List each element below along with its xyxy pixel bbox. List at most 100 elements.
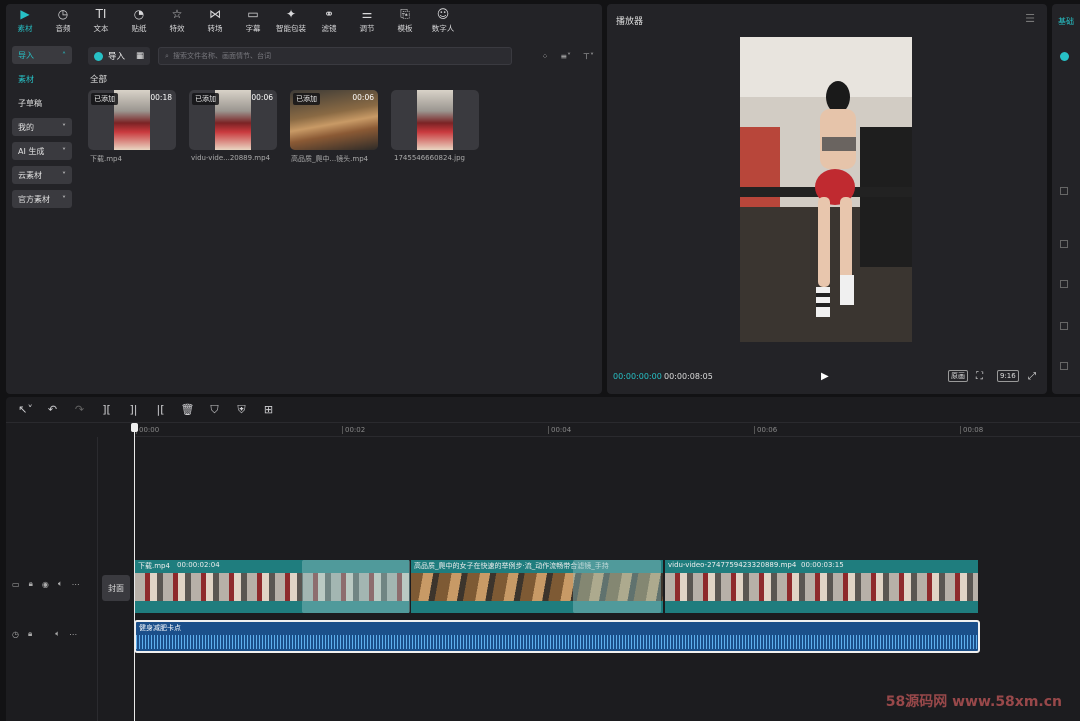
thumbnail [114, 90, 150, 150]
audio-waveform [136, 635, 978, 649]
eye-icon[interactable]: ◉ [42, 580, 49, 589]
chevron-down-icon: ˅ [62, 146, 66, 156]
all-heading: 全部 [90, 75, 108, 85]
plus-icon [94, 51, 103, 61]
tab-avatar[interactable]: ☺ 数字人 [424, 4, 462, 36]
sidebar-material[interactable]: 素材 [12, 70, 72, 88]
sidebar-official[interactable]: 官方素材 ˅ [12, 190, 72, 208]
more-icon[interactable]: ⋯ [69, 630, 77, 639]
smart-pack-icon: ✦ [285, 6, 297, 21]
undo-icon[interactable]: ↶ [39, 403, 66, 416]
library-tools: ⁘ ≡˅ ⊤˅ [542, 52, 594, 61]
tab-filter[interactable]: ⚭ 滤镜 [310, 4, 348, 36]
props-tab-basic[interactable]: 基础 [1058, 16, 1074, 27]
checkbox[interactable] [1060, 322, 1068, 330]
video-clip[interactable]: vidu-video-2747759423320889.mp4 00:00:03… [665, 560, 978, 613]
chevron-up-icon: ˄ [62, 50, 66, 60]
time-ruler[interactable]: 00:00 00:02 00:04 00:06 00:08 [134, 423, 1080, 437]
delete-icon[interactable]: 🗑 [174, 403, 201, 416]
quality-button[interactable]: 原画 [948, 370, 968, 382]
chevron-down-icon: ˅ [62, 122, 66, 132]
lock-icon[interactable]: 🔒︎ [28, 629, 32, 639]
tab-media[interactable]: ▶ 素材 [6, 4, 44, 36]
player-controls: 00:00:00:00 00:00:08:05 ▶ 原画 ⛶ 9:16 ⤢ [607, 368, 1047, 384]
search-icon: ⌕ [165, 51, 169, 60]
play-icon[interactable]: ▶ [821, 371, 829, 382]
fit-icon[interactable]: ⛶ [976, 371, 983, 382]
volume-icon[interactable]: 🔈︎ [58, 579, 63, 589]
media-card[interactable]: 已添加 00:06 [290, 90, 378, 150]
tab-sticker[interactable]: ◔ 贴纸 [120, 4, 158, 36]
media-library-panel: ▶ 素材 ◷ 音频 TI 文本 ◔ 贴纸 ☆ 特效 ⋈ 转场 ▭ 字幕 ✦ 智能包装 ⚭ 滤镜 ⚌… [6, 4, 602, 394]
library-topbar: 导入 ▦ ⌕ 搜索文件名称、画面情节、台词 ⁘ ≡˅ ⊤˅ [88, 46, 594, 66]
adjust-icon: ⚌ [361, 6, 373, 21]
tab-adjust[interactable]: ⚌ 调节 [348, 4, 386, 36]
watermark: 58源码网 www.58xm.cn [885, 694, 1062, 710]
menu-icon[interactable]: ☰ [1025, 12, 1035, 25]
shield-icon[interactable]: ⛨ [228, 403, 255, 417]
ruler-tick: 00:04 [547, 426, 572, 434]
transition-marker[interactable] [302, 560, 410, 613]
tab-audio[interactable]: ◷ 音频 [44, 4, 82, 36]
filter-icon[interactable]: ⊤˅ [583, 52, 594, 61]
ruler-tick: 00:00 [135, 426, 160, 434]
ruler-tick: 00:06 [753, 426, 778, 434]
fullscreen-icon[interactable]: ⤢ [1028, 371, 1036, 382]
sidebar-ai[interactable]: AI 生成 ˅ [12, 142, 72, 160]
media-card[interactable]: 已添加 00:06 [189, 90, 277, 150]
media-card-name: 下载.mp4 [90, 155, 122, 163]
split-icon[interactable]: ][ [93, 403, 120, 416]
transition-marker[interactable] [573, 560, 661, 613]
media-card-name: 高品质_爬中...镜头.mp4 [291, 155, 369, 163]
playhead[interactable] [131, 423, 138, 721]
thumbnail [215, 90, 251, 150]
sidebar-import[interactable]: 导入 ˄ [12, 46, 72, 64]
select-tool-icon[interactable]: ↖˅ [12, 403, 39, 416]
checkbox[interactable] [1060, 362, 1068, 370]
more-icon[interactable]: ⋯ [72, 580, 80, 589]
tab-subtitle[interactable]: ▭ 字幕 [234, 4, 272, 36]
freeze-icon[interactable]: ⛉ [201, 403, 228, 417]
video-preview[interactable] [740, 37, 912, 342]
lock-icon[interactable]: 🔒︎ [29, 579, 33, 589]
media-card[interactable] [391, 90, 479, 150]
checkbox[interactable] [1060, 240, 1068, 248]
checkbox[interactable] [1060, 280, 1068, 288]
media-icon: ▶ [20, 6, 30, 21]
sidebar-subtitle-draft[interactable]: 子草稿 [12, 94, 72, 112]
tab-text[interactable]: TI 文本 [82, 4, 120, 36]
timeline-toolbar: ↖˅ ↶ ↷ ][ ]| |[ 🗑 ⛉ ⛨ ⊞ [6, 397, 1080, 423]
library-sidebar: 导入 ˄ 素材 子草稿 我的 ˅ AI 生成 ˅ 云素材 ˅ 官方素材 ˅ [12, 46, 72, 214]
tab-smart-pack[interactable]: ✦ 智能包装 [272, 4, 310, 36]
timeline-panel: ↖˅ ↶ ↷ ][ ]| |[ 🗑 ⛉ ⛨ ⊞ 00:00 00:02 00:0… [6, 397, 1080, 721]
effects-icon: ☆ [171, 6, 183, 21]
trim-right-icon[interactable]: |[ [147, 403, 174, 416]
player-panel: 播放器 ☰ 00:00:00:00 00:00:08:05 ▶ 原画 ⛶ 9:1… [607, 4, 1047, 394]
redo-icon[interactable]: ↷ [66, 403, 93, 416]
trim-left-icon[interactable]: ]| [120, 403, 147, 416]
thumbnail [417, 90, 453, 150]
audio-clip[interactable]: 健身减肥卡点 [134, 620, 980, 653]
cover-button[interactable]: 封面 [102, 575, 130, 601]
video-track-header: ▭ 🔒︎ ◉ 🔈︎ ⋯ [6, 579, 98, 589]
sidebar-mine[interactable]: 我的 ˅ [12, 118, 72, 136]
checkbox[interactable] [1060, 187, 1068, 195]
import-button[interactable]: 导入 ▦ [88, 47, 151, 65]
volume-icon[interactable]: 🔈︎ [55, 629, 60, 639]
subtitle-icon: ▭ [247, 6, 259, 21]
search-input[interactable]: ⌕ 搜索文件名称、画面情节、台词 [158, 47, 513, 65]
media-card[interactable]: 已添加 00:18 [88, 90, 176, 150]
ratio-button[interactable]: 9:16 [997, 370, 1019, 382]
audio-track-header: ◷ 🔒︎ 🔈︎ ⋯ [6, 629, 98, 639]
video-track-icon: ▭ [12, 579, 20, 589]
checkbox-icon[interactable] [1060, 52, 1069, 61]
ai-edit-icon[interactable]: ⊞ [255, 403, 282, 416]
clip-frames [665, 573, 978, 601]
sort-icon[interactable]: ≡˅ [560, 52, 571, 61]
view-toggle-icon[interactable]: ⁘ [542, 52, 549, 61]
tab-effects[interactable]: ☆ 特效 [158, 4, 196, 36]
sidebar-cloud[interactable]: 云素材 ˅ [12, 166, 72, 184]
tab-transition[interactable]: ⋈ 转场 [196, 4, 234, 36]
properties-panel: 基础 [1052, 4, 1080, 394]
tab-template[interactable]: ⎘ 模板 [386, 4, 424, 36]
